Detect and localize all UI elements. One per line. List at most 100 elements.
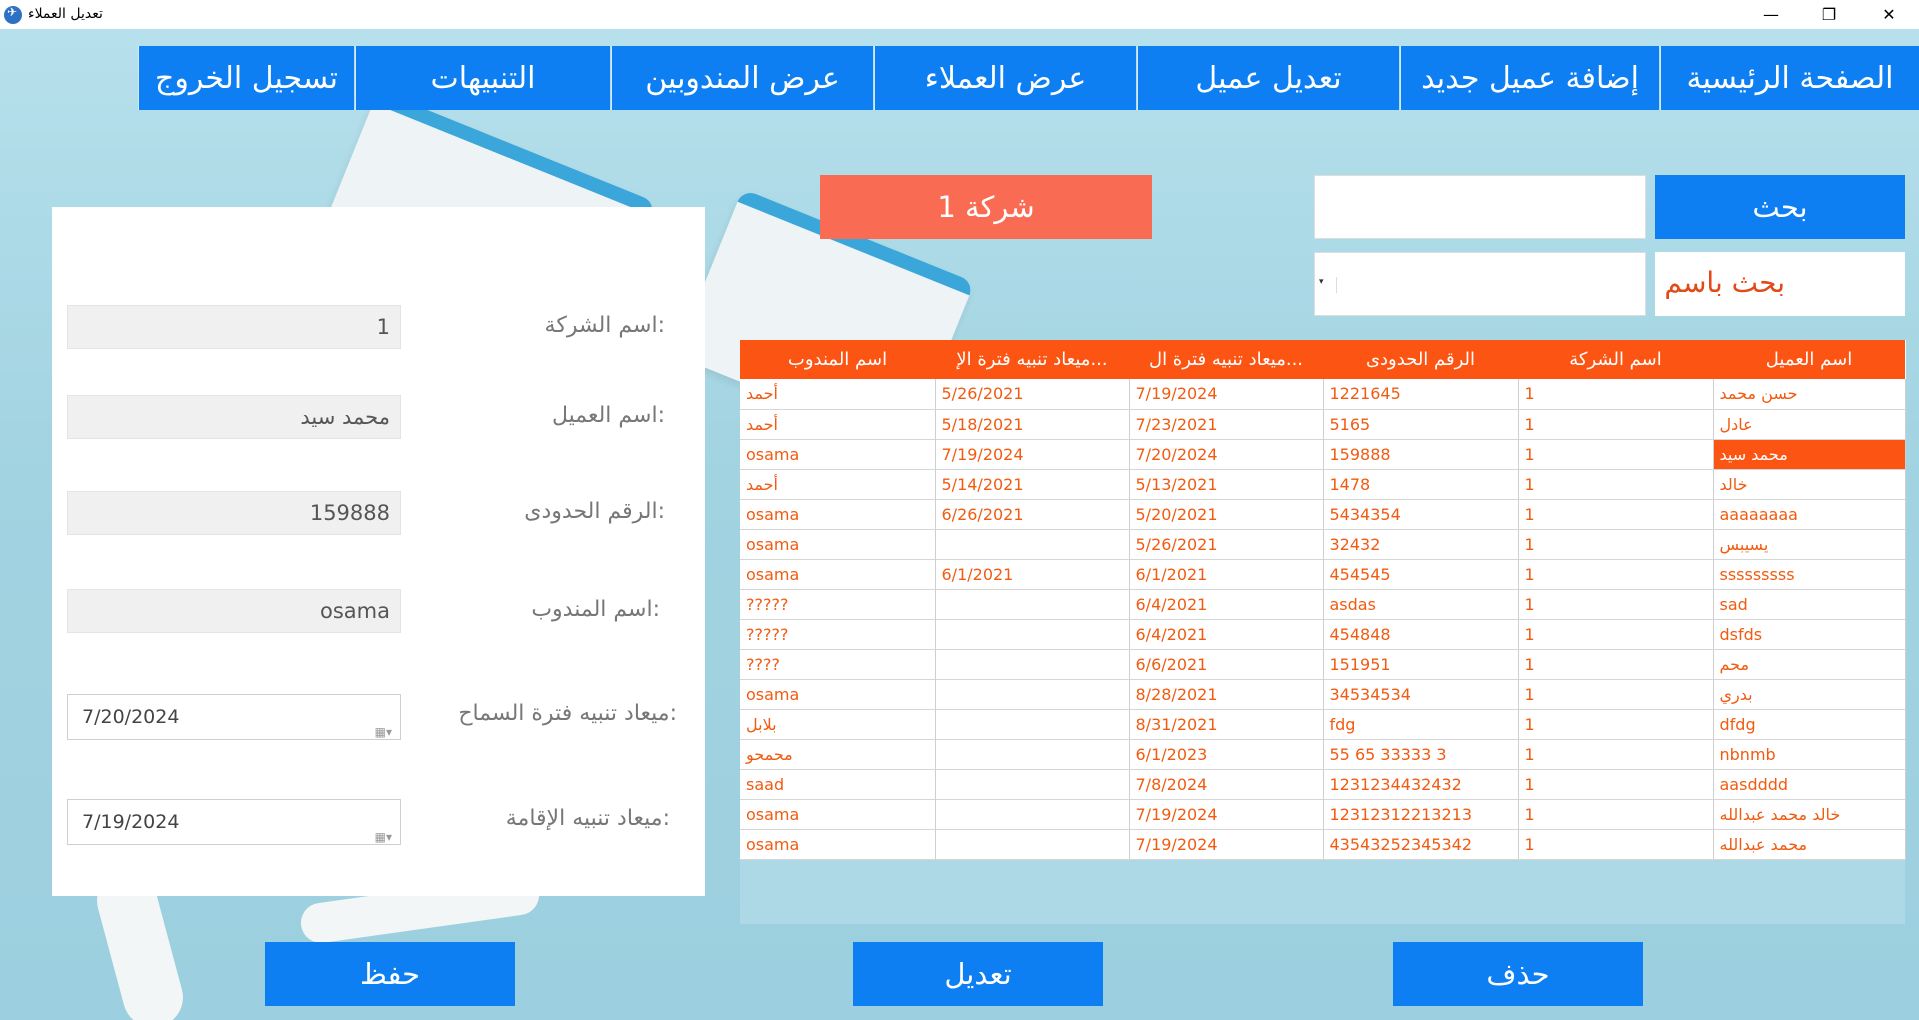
table-cell[interactable]: محمد عبدالله <box>1713 829 1906 860</box>
table-cell[interactable]: 5434354 <box>1323 499 1519 530</box>
table-cell[interactable]: 454848 <box>1323 619 1519 650</box>
table-cell[interactable]: 1 <box>1518 439 1714 470</box>
table-cell[interactable]: 7/20/2024 <box>1129 439 1324 470</box>
table-cell[interactable]: 454545 <box>1323 559 1519 590</box>
border-number-field[interactable]: 159888 <box>67 491 401 535</box>
table-row[interactable]: ???? 6/6/2021 151951 1 محم <box>740 649 1906 680</box>
table-cell[interactable]: 5/20/2021 <box>1129 499 1324 530</box>
client-name-field[interactable]: محمد سيد <box>67 395 401 439</box>
table-cell[interactable]: aaaaaaaa <box>1713 499 1906 530</box>
table-cell[interactable]: 6/26/2021 <box>935 499 1130 530</box>
table-cell[interactable] <box>935 709 1130 740</box>
table-cell[interactable]: 43543252345342 <box>1323 829 1519 860</box>
column-header[interactable]: اسم العميل <box>1713 340 1905 379</box>
table-cell[interactable]: 6/4/2021 <box>1129 589 1324 620</box>
column-header[interactable]: ميعاد تنبيه فترة الإ... <box>935 340 1129 379</box>
nav-alerts[interactable]: التنبيهات <box>355 46 610 110</box>
table-cell[interactable]: بلابل <box>740 709 936 740</box>
table-cell[interactable]: 8/28/2021 <box>1129 679 1324 710</box>
grace-alert-date-picker[interactable]: 7/20/2024 ▦▾ <box>67 694 401 740</box>
table-cell[interactable]: أحمد <box>740 409 936 440</box>
column-header[interactable]: ميعاد تنبيه فترة ال... <box>1129 340 1323 379</box>
company-filter-button[interactable]: شركة 1 <box>820 175 1152 239</box>
table-cell[interactable]: 1 <box>1518 739 1714 770</box>
table-row[interactable]: أحمد 5/14/2021 5/13/2021 1478 1 خالد <box>740 469 1906 500</box>
table-row[interactable]: osama 6/1/2021 6/1/2021 454545 1 sssssssss <box>740 559 1906 590</box>
delete-button[interactable]: حذف <box>1393 942 1643 1006</box>
table-cell[interactable]: 1 <box>1518 529 1714 560</box>
table-cell[interactable]: 5/18/2021 <box>935 409 1130 440</box>
table-cell[interactable]: aasdddd <box>1713 769 1906 800</box>
table-cell[interactable] <box>935 649 1130 680</box>
table-cell[interactable]: sssssssss <box>1713 559 1906 590</box>
table-cell[interactable]: ???? <box>740 649 936 680</box>
table-cell[interactable] <box>935 799 1130 830</box>
minimize-button[interactable]: — <box>1748 0 1794 29</box>
table-cell[interactable] <box>935 769 1130 800</box>
table-cell[interactable]: 1 <box>1518 649 1714 680</box>
table-cell[interactable]: 1 <box>1518 709 1714 740</box>
table-cell[interactable]: 7/19/2024 <box>1129 829 1324 860</box>
table-cell[interactable]: يسيبس <box>1713 529 1906 560</box>
residence-alert-date-picker[interactable]: 7/19/2024 ▦▾ <box>67 799 401 845</box>
table-cell[interactable]: محمحو <box>740 739 936 770</box>
table-row[interactable]: osama 8/28/2021 34534534 1 بدري <box>740 679 1906 710</box>
table-row[interactable]: osama 7/19/2024 43543252345342 1 محمد عبدالل… <box>740 829 1906 860</box>
table-cell[interactable]: عادل <box>1713 409 1906 440</box>
table-cell[interactable]: 32432 <box>1323 529 1519 560</box>
table-row[interactable]: أحمد 5/26/2021 7/19/2024 1221645 1 حسن محمد <box>740 379 1906 410</box>
table-cell[interactable]: 7/23/2021 <box>1129 409 1324 440</box>
table-cell[interactable]: حسن محمد <box>1713 379 1906 410</box>
table-row[interactable]: osama 6/26/2021 5/20/2021 5434354 1 aaaaaaaa <box>740 499 1906 530</box>
table-row[interactable]: بلابل 8/31/2021 fdg 1 dfdg <box>740 709 1906 740</box>
table-cell[interactable]: 8/31/2021 <box>1129 709 1324 740</box>
table-cell[interactable]: خالد <box>1713 469 1906 500</box>
table-cell[interactable]: 1 <box>1518 589 1714 620</box>
table-cell[interactable]: محم <box>1713 649 1906 680</box>
maximize-button[interactable]: ❐ <box>1806 0 1852 29</box>
table-cell[interactable]: 1 <box>1518 679 1714 710</box>
table-cell[interactable]: osama <box>740 439 936 470</box>
table-cell[interactable]: 55 65 33333 3 <box>1323 739 1519 770</box>
table-row[interactable]: osama 7/19/2024 12312312213213 1 خالد محمد ع… <box>740 799 1906 830</box>
table-cell[interactable]: nbnmb <box>1713 739 1906 770</box>
table-cell[interactable]: 5/26/2021 <box>1129 529 1324 560</box>
column-header[interactable]: اسم المندوب <box>740 340 935 379</box>
table-cell[interactable] <box>935 739 1130 770</box>
table-cell[interactable]: saad <box>740 769 936 800</box>
table-row[interactable]: saad 7/8/2024 1231234432432 1 aasdddd <box>740 769 1906 800</box>
search-filter-combo[interactable]: ▾ <box>1314 252 1646 316</box>
table-cell[interactable]: 1 <box>1518 829 1714 860</box>
table-cell[interactable]: 1 <box>1518 799 1714 830</box>
nav-view-clients[interactable]: عرض العملاء <box>874 46 1136 110</box>
table-cell[interactable]: 34534534 <box>1323 679 1519 710</box>
table-cell[interactable] <box>935 619 1130 650</box>
table-cell[interactable]: 7/19/2024 <box>1129 799 1324 830</box>
search-button[interactable]: بحث <box>1655 175 1905 239</box>
table-cell[interactable]: 1 <box>1518 619 1714 650</box>
table-cell[interactable]: 6/4/2021 <box>1129 619 1324 650</box>
table-cell[interactable]: محمد سيد <box>1713 439 1906 470</box>
table-row[interactable]: ????? 6/4/2021 asdas 1 sad <box>740 589 1906 620</box>
edit-button[interactable]: تعديل <box>853 942 1103 1006</box>
table-cell[interactable]: ????? <box>740 589 936 620</box>
table-cell[interactable] <box>935 529 1130 560</box>
calendar-dropdown-icon[interactable]: ▦▾ <box>375 710 392 754</box>
nav-view-reps[interactable]: عرض المندوبين <box>611 46 873 110</box>
table-cell[interactable]: osama <box>740 559 936 590</box>
search-input[interactable] <box>1314 175 1646 239</box>
table-cell[interactable]: osama <box>740 499 936 530</box>
table-cell[interactable]: 1478 <box>1323 469 1519 500</box>
table-cell[interactable]: osama <box>740 679 936 710</box>
table-cell[interactable]: 1 <box>1518 559 1714 590</box>
column-header[interactable]: الرقم الحدودى <box>1323 340 1518 379</box>
table-cell[interactable]: ????? <box>740 619 936 650</box>
table-row[interactable]: أحمد 5/18/2021 7/23/2021 5165 1 عادل <box>740 409 1906 440</box>
table-cell[interactable]: 159888 <box>1323 439 1519 470</box>
calendar-dropdown-icon[interactable]: ▦▾ <box>375 815 392 859</box>
table-cell[interactable] <box>935 829 1130 860</box>
table-cell[interactable]: 6/6/2021 <box>1129 649 1324 680</box>
table-cell[interactable]: خالد محمد عبدالله <box>1713 799 1906 830</box>
table-row[interactable]: ????? 6/4/2021 454848 1 dsfds <box>740 619 1906 650</box>
table-cell[interactable] <box>935 589 1130 620</box>
